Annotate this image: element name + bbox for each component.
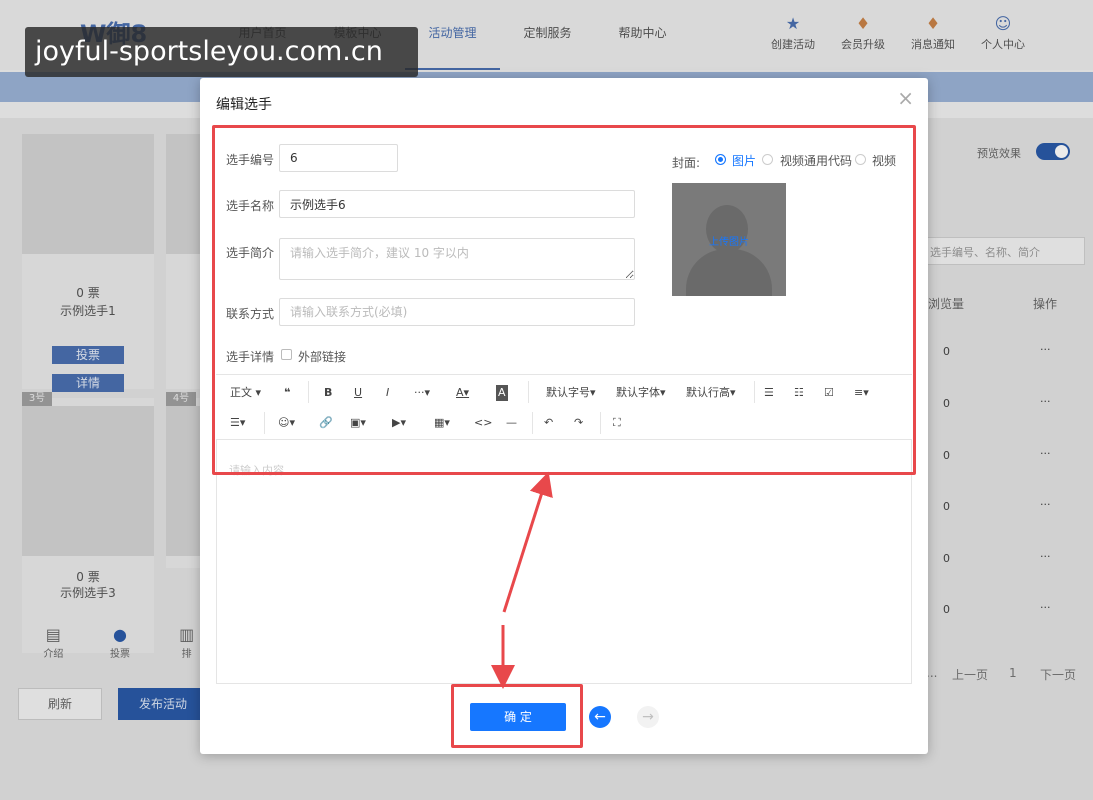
arrow-to-form — [502, 471, 553, 613]
watermark-text: joyful-sportsleyou.com.cn — [25, 27, 418, 77]
annotation-arrows — [491, 471, 553, 689]
